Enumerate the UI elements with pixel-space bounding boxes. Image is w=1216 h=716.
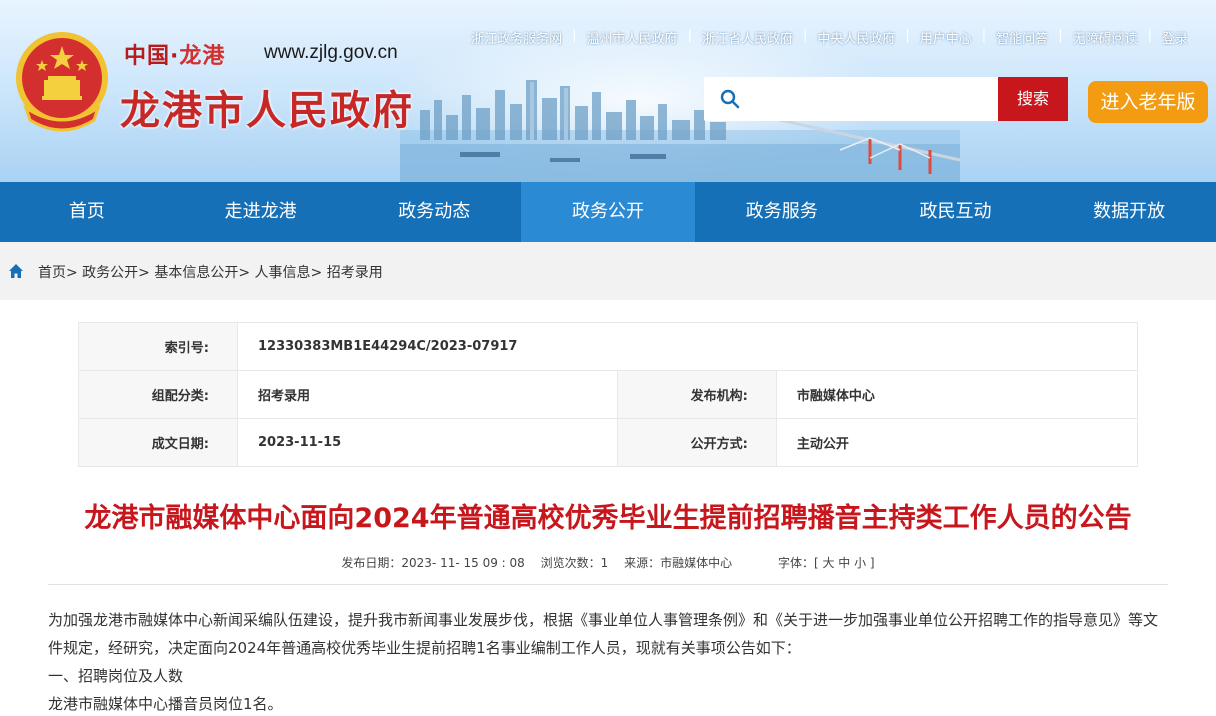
- view-count: 浏览次数：1: [540, 556, 609, 570]
- breadcrumb[interactable]: 首页> 政务公开> 基本信息公开> 人事信息> 招考录用: [38, 262, 383, 282]
- top-link-central[interactable]: 中央人民政府: [807, 28, 905, 47]
- article-paragraph: 一、招聘岗位及人数: [48, 667, 184, 685]
- nav-item-open-data[interactable]: 数据开放: [1042, 182, 1216, 242]
- breadcrumb-bar: 首页> 政务公开> 基本信息公开> 人事信息> 招考录用: [0, 242, 1216, 300]
- index-value: 12330383MB1E44294C/2023-07917: [237, 322, 1138, 371]
- site-name-small: 中国·龙港: [124, 38, 225, 70]
- national-emblem-icon: [16, 32, 108, 132]
- top-link-wenzhou[interactable]: 温州市人民政府: [577, 28, 688, 47]
- top-link-zjzwfw[interactable]: 浙江政务服务网: [461, 28, 572, 47]
- article-source: 来源：市融媒体中心: [624, 556, 733, 570]
- publisher-label: 发布机构:: [616, 370, 777, 419]
- font-size-switcher[interactable]: 字体：[ 大 中 小 ]: [778, 556, 875, 570]
- site-header: 中国·龙港 www.zjlg.gov.cn 龙港市人民政府 浙江政务服务网 | 温…: [0, 0, 1216, 182]
- site-title: 龙港市人民政府: [120, 88, 414, 134]
- site-name-dot: ·: [170, 44, 180, 69]
- search-box: [704, 77, 998, 121]
- open-method-value: 主动公开: [775, 418, 1139, 467]
- elder-mode-button[interactable]: 进入老年版: [1088, 81, 1208, 123]
- home-icon[interactable]: [8, 263, 24, 279]
- top-link-user-center[interactable]: 用户中心: [910, 28, 982, 47]
- nav-item-gov-open[interactable]: 政务公开: [521, 182, 695, 242]
- index-label: 索引号:: [78, 322, 238, 371]
- article-paragraph: 为加强龙港市融媒体中心新闻采编队伍建设，提升我市新闻事业发展步伐，根据《事业单位…: [48, 611, 1159, 657]
- nav-item-about[interactable]: 走进龙港: [174, 182, 348, 242]
- nav-item-news[interactable]: 政务动态: [347, 182, 521, 242]
- article-body: 为加强龙港市融媒体中心新闻采编队伍建设，提升我市新闻事业发展步伐，根据《事业单位…: [48, 606, 1172, 716]
- search-input[interactable]: [750, 85, 990, 113]
- date-label: 成文日期:: [78, 418, 238, 467]
- divider: [48, 584, 1168, 585]
- category-label: 组配分类:: [78, 370, 238, 419]
- top-link-accessibility[interactable]: 无障碍阅读: [1063, 28, 1148, 47]
- top-link-login[interactable]: 登录: [1152, 28, 1198, 47]
- search-button[interactable]: 搜索: [998, 77, 1068, 121]
- date-value: 2023-11-15: [237, 418, 618, 467]
- table-row: 成文日期: 2023-11-15 公开方式: 主动公开: [78, 418, 1139, 467]
- nav-item-home[interactable]: 首页: [0, 182, 174, 242]
- article-title: 龙港市融媒体中心面向2024年普通高校优秀毕业生提前招聘播音主持类工作人员的公告: [84, 503, 1132, 534]
- publish-date: 发布日期：2023- 11- 15 09 : 08: [341, 556, 525, 570]
- site-url: www.zjlg.gov.cn: [264, 42, 398, 63]
- search-icon[interactable]: [720, 89, 740, 109]
- article-meta: 发布日期：2023- 11- 15 09 : 08 浏览次数：1 来源：市融媒体…: [0, 554, 1216, 571]
- site-name-city: 龙港: [179, 44, 226, 69]
- top-link-smart-qa[interactable]: 智能问答: [986, 28, 1058, 47]
- table-row: 索引号: 12330383MB1E44294C/2023-07917: [78, 322, 1138, 371]
- nav-item-interaction[interactable]: 政民互动: [869, 182, 1043, 242]
- site-name-country: 中国: [124, 44, 171, 69]
- top-links: 浙江政务服务网 | 温州市人民政府 | 浙江省人民政府 | 中央人民政府 | 用户中心 |…: [461, 28, 1198, 47]
- main-nav: 首页 走进龙港 政务动态 政务公开 政务服务 政民互动 数据开放: [0, 182, 1216, 242]
- nav-item-services[interactable]: 政务服务: [695, 182, 869, 242]
- document-info-table: 索引号: 12330383MB1E44294C/2023-07917 组配分类:…: [78, 322, 1139, 467]
- article-paragraph: 龙港市融媒体中心播音员岗位1名。: [48, 695, 283, 713]
- table-row: 组配分类: 招考录用 发布机构: 市融媒体中心: [78, 370, 1139, 419]
- top-link-zhejiang[interactable]: 浙江省人民政府: [692, 28, 803, 47]
- open-method-label: 公开方式:: [616, 418, 777, 467]
- publisher-value: 市融媒体中心: [775, 370, 1139, 419]
- category-value: 招考录用: [237, 370, 618, 419]
